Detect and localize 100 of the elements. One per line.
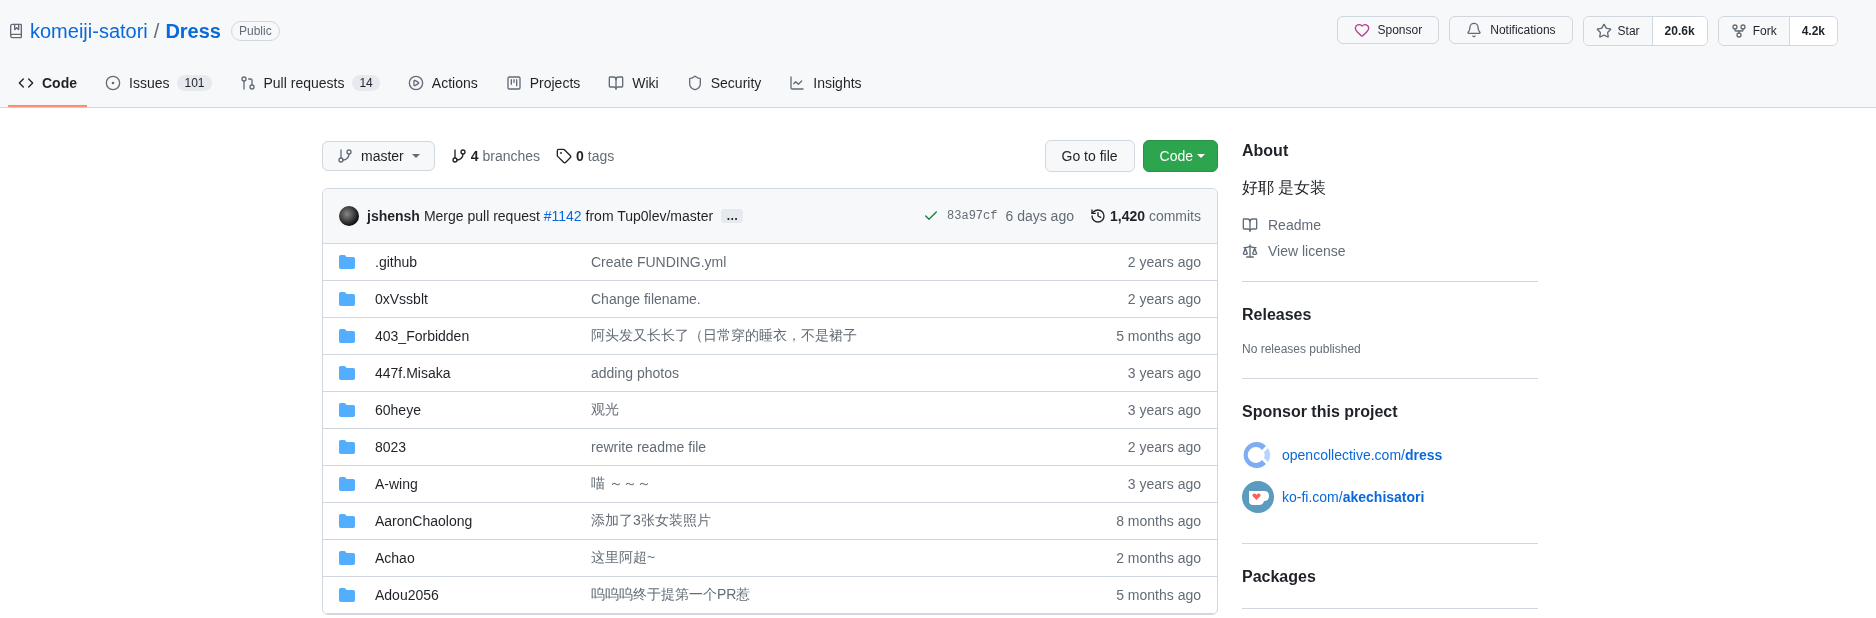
about-heading: About [1242,142,1290,160]
commit-age: 2 years ago [1127,291,1201,307]
bell-icon [1466,22,1483,38]
folder-icon [339,254,355,270]
sponsor-heading: Sponsor this project [1242,403,1399,421]
commit-message-link[interactable]: Create FUNDING.yml [591,254,1112,270]
tab-counter: 101 [177,75,212,91]
commit-age: 8 months ago [1116,513,1201,529]
commit-time: 6 days ago [1005,208,1074,224]
folder-name[interactable]: 8023 [375,439,575,455]
folder-name[interactable]: 403_Forbidden [375,328,575,344]
star-button[interactable]: Star [1583,17,1653,45]
owner-link[interactable]: komeiji-satori [30,19,148,43]
folder-icon [339,550,355,566]
shield-icon [686,75,703,91]
repo-tab[interactable]: Projects [495,61,591,107]
folder-icon [339,365,355,381]
commit-age: 2 years ago [1127,439,1201,455]
commits-link[interactable]: 1,420 commits [1089,208,1201,224]
repo-tab[interactable]: Wiki [598,61,669,107]
repo-tab[interactable]: Actions [397,61,488,107]
repo-description: 好耶 是女装 [1242,178,1328,198]
book-icon [1242,217,1258,233]
caret-icon [411,154,420,158]
circle-dot-icon [105,75,121,91]
packages-heading: Packages [1242,568,1317,586]
folder-icon [339,291,355,307]
pull-request-icon [239,75,256,91]
play-icon [407,75,424,91]
tags-link[interactable]: 0 tags [556,148,615,164]
star-icon [1595,23,1612,39]
commit-message-link[interactable]: 这里阿超~ [591,549,1101,567]
tag-icon [556,148,573,164]
commit-age: 2 months ago [1116,550,1201,566]
commit-message-link[interactable]: rewrite readme file [591,439,1112,455]
folder-name[interactable]: Achao [375,550,575,566]
book-icon [608,75,625,91]
pull-request-number-link[interactable]: #1142 [543,208,582,224]
more-button[interactable]: … [721,209,744,223]
folder-icon [339,439,355,455]
commit-author[interactable]: jshensh [367,208,420,224]
repo-icon [8,23,24,39]
caret-icon [1197,154,1205,158]
repo-tab[interactable]: Pull requests 14 [229,61,390,107]
go-to-file-button[interactable]: Go to file [1044,140,1135,172]
commit-message-link[interactable]: 观光 [591,401,1112,419]
repo-tab[interactable]: Code [8,61,87,107]
commit-message-link[interactable]: Change filename. [591,291,1112,307]
folder-name[interactable]: 60heye [375,402,575,418]
fork-count[interactable]: 4.2k [1789,17,1837,45]
folder-name[interactable]: AaronChaolong [375,513,575,529]
folder-name[interactable]: A-wing [375,476,575,492]
branch-selector[interactable]: master [322,141,435,171]
commit-age: 3 years ago [1127,476,1201,492]
fork-button[interactable]: Fork [1718,17,1790,45]
graph-icon [789,75,806,91]
commit-age: 3 years ago [1127,402,1201,418]
commit-message-link[interactable]: 呜呜呜终于提第一个PR惹 [591,586,1101,604]
tab-counter: 14 [352,75,380,91]
fork-icon [1730,23,1747,39]
releases-heading: Releases [1242,306,1313,324]
commit-message-link[interactable]: adding photos [591,365,1112,381]
folder-name[interactable]: .github [375,254,575,270]
commit-message-link[interactable]: 喵 ～～～ [591,475,1112,493]
commit-age: 5 months ago [1116,587,1201,603]
folder-name[interactable]: 447f.Misaka [375,365,575,381]
branches-link[interactable]: 4 branches [450,148,541,164]
commit-message-link[interactable]: 添加了3张女装照片 [591,512,1101,530]
notifications-button[interactable]: Notifications [1449,16,1573,44]
commit-age: 5 months ago [1116,328,1201,344]
branch-icon [450,148,467,164]
board-icon [505,75,522,91]
folder-icon [339,476,355,492]
folder-name[interactable]: 0xVssblt [375,291,575,307]
repo-tab[interactable]: Issues 101 [95,61,222,107]
repo-tab[interactable]: Security [676,61,772,107]
commit-message-link[interactable]: 阿头发又长长了（日常穿的睡衣，不是裙子 [591,327,1101,345]
cup-icon [1242,481,1274,513]
star-count[interactable]: 20.6k [1652,17,1707,45]
sponsor-button[interactable]: Sponsor [1336,16,1440,44]
releases-note: No releases published [1242,342,1362,356]
folder-icon [339,328,355,344]
about-link[interactable]: Readme [1242,217,1538,233]
avatar[interactable] [339,206,359,226]
folder-icon [339,587,355,603]
folder-name[interactable]: Adou2056 [375,587,575,603]
path-separator: / [153,19,160,43]
heart-icon [1353,22,1370,38]
sponsor-link[interactable]: opencollective.com/dress [1242,439,1538,471]
about-link[interactable]: View license [1242,243,1538,259]
repo-tab[interactable]: Insights [779,61,872,107]
commit-age: 2 years ago [1127,254,1201,270]
repo-name-link[interactable]: Dress [165,19,221,43]
commit-age: 3 years ago [1127,365,1201,381]
commit-sha[interactable]: 83a97cf [947,209,998,223]
sponsor-link[interactable]: ko-fi.com/akechisatori [1242,481,1538,513]
commit-message: Merge pull request #1142 from Tup0lev/master [423,208,714,224]
folder-icon [339,402,355,418]
code-icon [18,75,34,91]
history-icon [1089,208,1106,224]
